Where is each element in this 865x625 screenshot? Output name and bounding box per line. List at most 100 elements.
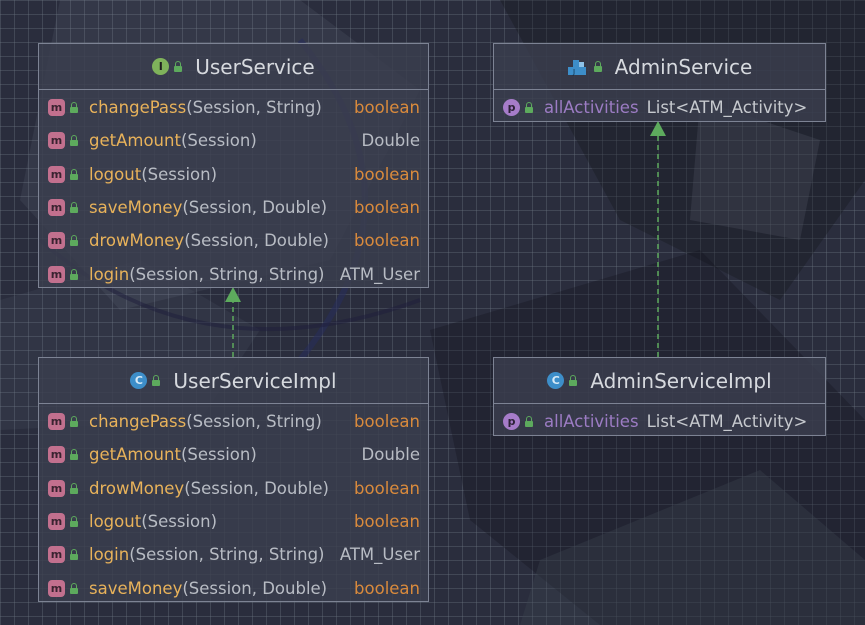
method-row[interactable]: m changePass (Session, String) boolean: [39, 405, 428, 438]
member-icons: m: [48, 513, 89, 531]
lock-icon: [69, 449, 79, 461]
method-row[interactable]: m login (Session, String, String) ATM_User: [39, 257, 428, 290]
method-row[interactable]: m changePass (Session, String) boolean: [39, 91, 428, 124]
method-row[interactable]: m saveMoney (Session, Double) boolean: [39, 571, 428, 604]
package-class-icon: J: [567, 59, 586, 76]
field-name: allActivities: [544, 98, 639, 118]
method-name: logout: [89, 512, 142, 532]
lock-icon: [173, 61, 183, 72]
method-list: m changePass (Session, String) boolean m getA…: [39, 404, 428, 605]
admin-service-node[interactable]: J AdminService p allActivities List<ATM_Ac…: [493, 43, 826, 122]
member-icons: m: [48, 479, 89, 497]
method-icon: m: [48, 232, 65, 250]
lock-icon: [69, 268, 79, 280]
property-icon: p: [503, 99, 520, 117]
return-type: boolean: [354, 198, 420, 218]
node-header: C AdminServiceImpl: [494, 358, 825, 404]
method-row[interactable]: m logout (Session) boolean: [39, 505, 428, 538]
lock-icon: [524, 416, 534, 428]
method-icon: m: [48, 546, 65, 564]
member-icons: m: [48, 165, 89, 183]
lock-icon: [69, 549, 79, 561]
return-type: boolean: [354, 512, 420, 532]
return-type: ATM_User: [339, 545, 420, 565]
lock-icon: [69, 516, 79, 528]
lock-icon: [69, 482, 79, 494]
field-row[interactable]: p allActivities List<ATM_Activity>: [494, 405, 825, 438]
return-type: boolean: [354, 412, 420, 432]
method-name: drowMoney: [89, 231, 185, 251]
property-icon: p: [503, 413, 520, 431]
method-icon: m: [48, 265, 65, 283]
member-icons: m: [48, 99, 89, 117]
method-name: login: [89, 545, 130, 565]
method-row[interactable]: m getAmount (Session) Double: [39, 438, 428, 471]
lock-icon: [69, 202, 79, 214]
method-name: changePass: [89, 412, 187, 432]
node-title: AdminService: [614, 54, 753, 79]
node-title: UserServiceImpl: [173, 368, 337, 393]
interface-icon: I: [152, 58, 170, 75]
method-params: (Session, String): [186, 98, 322, 118]
admin-service-impl-node[interactable]: C AdminServiceImpl p allActivities List<AT…: [493, 357, 826, 436]
lock-icon: [69, 135, 79, 147]
field-list: p allActivities List<ATM_Activity>: [494, 404, 825, 438]
field-list: p allActivities List<ATM_Activity>: [494, 90, 825, 124]
method-params: (Session): [141, 512, 218, 532]
method-name: saveMoney: [89, 578, 183, 598]
user-service-impl-node[interactable]: C UserServiceImpl m changePass (Session, S…: [38, 357, 429, 602]
field-row[interactable]: p allActivities List<ATM_Activity>: [494, 91, 825, 124]
field-name: allActivities: [544, 412, 639, 432]
return-type: boolean: [354, 478, 420, 498]
member-icons: m: [48, 446, 89, 464]
method-icon: m: [48, 99, 65, 117]
node-header: I UserService: [39, 44, 428, 90]
return-type: boolean: [354, 98, 420, 118]
lock-icon: [568, 375, 578, 386]
method-row[interactable]: m logout (Session) boolean: [39, 158, 428, 191]
method-row[interactable]: m drowMoney (Session, Double) boolean: [39, 224, 428, 257]
lock-icon: [69, 416, 79, 428]
lock-icon: [69, 102, 79, 114]
lock-icon: [69, 235, 79, 247]
user-service-node[interactable]: I UserService m changePass (Session, Strin…: [38, 43, 429, 288]
lock-icon: [69, 582, 79, 594]
return-type: boolean: [354, 578, 420, 598]
class-icon: C: [547, 372, 565, 389]
method-params: (Session): [180, 445, 257, 465]
member-icons: m: [48, 579, 89, 597]
svg-text:J: J: [572, 68, 575, 76]
field-type: List<ATM_Activity>: [646, 98, 808, 118]
lock-icon: [69, 168, 79, 180]
method-params: (Session, String, String): [129, 545, 325, 565]
method-params: (Session, Double): [184, 478, 329, 498]
method-row[interactable]: m login (Session, String, String) ATM_User: [39, 538, 428, 571]
method-icon: m: [48, 479, 65, 497]
member-icons: m: [48, 232, 89, 250]
method-row[interactable]: m saveMoney (Session, Double) boolean: [39, 191, 428, 224]
method-row[interactable]: m drowMoney (Session, Double) boolean: [39, 472, 428, 505]
return-type: Double: [361, 445, 420, 465]
member-icons: p: [503, 99, 544, 117]
method-name: drowMoney: [89, 478, 185, 498]
member-icons: m: [48, 265, 89, 283]
method-params: (Session): [141, 164, 218, 184]
method-params: (Session, Double): [182, 198, 328, 218]
method-icon: m: [48, 199, 65, 217]
method-row[interactable]: m getAmount (Session) Double: [39, 124, 428, 157]
lock-icon: [151, 375, 161, 386]
lock-icon: [593, 61, 603, 72]
return-type: boolean: [354, 164, 420, 184]
return-type: Double: [361, 131, 420, 151]
member-icons: p: [503, 413, 544, 431]
node-header: J AdminService: [494, 44, 825, 90]
member-icons: m: [48, 132, 89, 150]
member-icons: m: [48, 546, 89, 564]
field-type: List<ATM_Activity>: [646, 412, 808, 432]
node-title: UserService: [195, 54, 315, 79]
method-icon: m: [48, 165, 65, 183]
method-list: m changePass (Session, String) boolean m getA…: [39, 90, 428, 291]
class-icon: C: [130, 372, 148, 389]
return-type: boolean: [354, 231, 420, 251]
method-name: logout: [89, 164, 142, 184]
